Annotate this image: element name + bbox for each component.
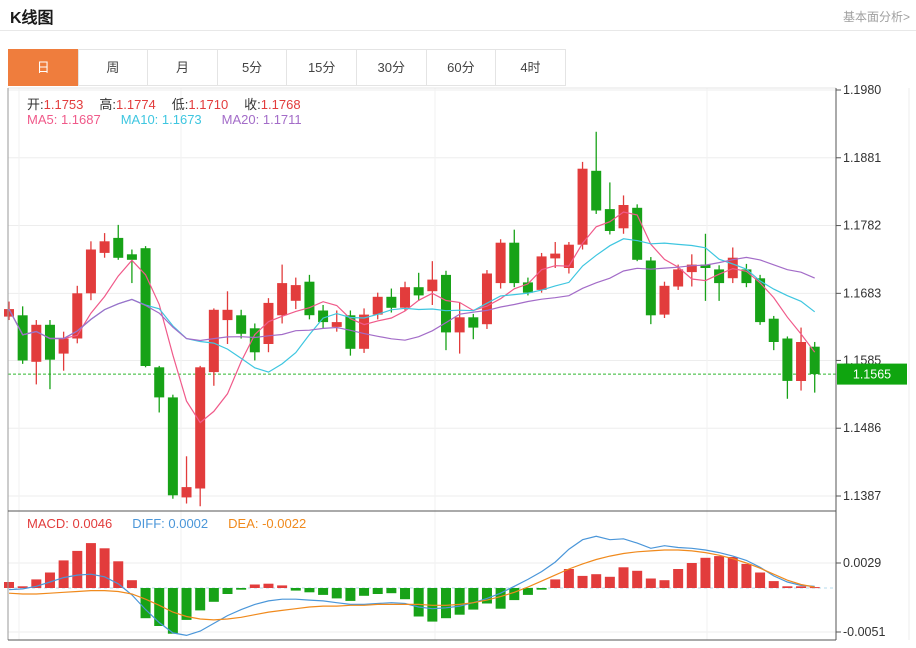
svg-text:0.0029: 0.0029	[843, 556, 881, 570]
fundamental-analysis-link[interactable]: 基本面分析>	[843, 8, 910, 25]
svg-text:1.1980: 1.1980	[843, 85, 881, 97]
tab-month[interactable]: 月	[147, 49, 218, 86]
svg-text:1.1565: 1.1565	[853, 368, 891, 382]
tab-day[interactable]: 日	[8, 49, 79, 86]
svg-text:1.1486: 1.1486	[843, 421, 881, 435]
current-price-badge: 1.1565	[837, 364, 907, 385]
ma5-line	[9, 212, 815, 423]
period-tabbar: 日 周 月 5分 15分 30分 60分 4时	[8, 49, 566, 86]
header-divider	[0, 30, 916, 31]
tab-week[interactable]: 周	[78, 49, 149, 86]
tab-5min[interactable]: 5分	[217, 49, 288, 86]
svg-text:1.1387: 1.1387	[843, 489, 881, 503]
tab-60min[interactable]: 60分	[426, 49, 497, 86]
tab-30min[interactable]: 30分	[356, 49, 427, 86]
tab-4hour[interactable]: 4时	[495, 49, 566, 86]
svg-text:-0.0051: -0.0051	[843, 625, 885, 639]
svg-text:1.1782: 1.1782	[843, 219, 881, 233]
price-axis: 1.19801.18811.17821.16831.15851.14861.13…	[836, 85, 885, 639]
svg-text:1.1683: 1.1683	[843, 286, 881, 300]
tab-15min[interactable]: 15分	[286, 49, 357, 86]
svg-text:1.1881: 1.1881	[843, 151, 881, 165]
gridlines	[8, 88, 836, 640]
kline-chart[interactable]: 1.19801.18811.17821.16831.15851.14861.13…	[0, 85, 916, 648]
candles[interactable]	[4, 132, 820, 507]
page-title: K线图	[10, 4, 54, 28]
